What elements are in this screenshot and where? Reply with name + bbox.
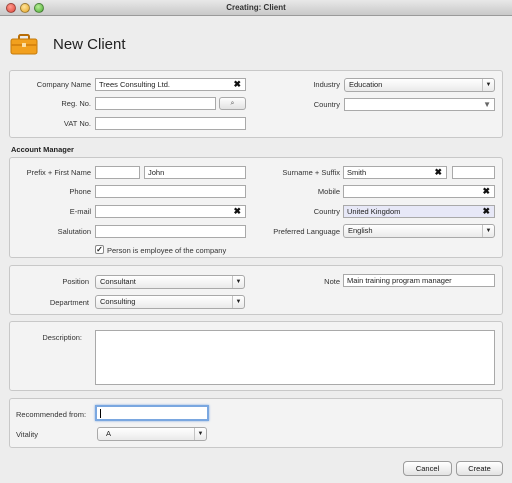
department-label: Department (49, 298, 89, 307)
employee-checkbox-label[interactable]: Person is employee of the company (107, 246, 226, 255)
note-label: Note (324, 277, 340, 286)
company-name-input[interactable]: Trees Consulting Ltd. ✖ (95, 78, 246, 91)
suffix-input[interactable] (452, 166, 495, 179)
clear-icon[interactable]: ✖ (233, 79, 241, 90)
industry-label: Industry (313, 80, 340, 89)
clear-icon[interactable]: ✖ (482, 206, 490, 217)
chevron-down-icon: ▼ (482, 225, 494, 237)
surname-input[interactable]: Smith ✖ (343, 166, 447, 179)
reg-no-label: Reg. No. (61, 99, 91, 108)
clear-icon[interactable]: ✖ (233, 206, 241, 217)
phone-label: Phone (69, 187, 91, 196)
surname-suffix-label: Surname + Suffix (282, 168, 340, 177)
vitality-label: Vitality (16, 430, 38, 439)
industry-select[interactable]: Education ▼ (344, 78, 495, 92)
chevron-down-icon: ▼ (232, 296, 244, 308)
text-cursor (100, 409, 101, 418)
cancel-button[interactable]: Cancel (403, 461, 452, 476)
clear-icon[interactable]: ✖ (434, 167, 442, 178)
preferred-language-label: Preferred Language (273, 227, 340, 236)
company-name-value: Trees Consulting Ltd. (99, 80, 171, 89)
vat-no-label: VAT No. (63, 119, 91, 128)
reg-no-input[interactable] (95, 97, 216, 110)
prefix-input[interactable] (95, 166, 140, 179)
chevron-down-icon: ▼ (194, 428, 206, 440)
position-select[interactable]: Consultant ▼ (95, 275, 245, 289)
position-label: Position (62, 277, 89, 286)
create-button[interactable]: Create (456, 461, 503, 476)
position-panel (9, 265, 503, 315)
vitality-select[interactable]: A ▼ (97, 427, 207, 441)
prefix-first-name-label: Prefix + First Name (26, 168, 91, 177)
lookup-icon: ⌕ (230, 100, 235, 107)
recommended-from-input[interactable] (95, 405, 209, 421)
description-label: Description: (42, 333, 82, 342)
mobile-label: Mobile (317, 187, 340, 196)
recommended-from-label: Recommended from: (16, 410, 87, 419)
note-input[interactable]: Main training program manager (343, 274, 495, 287)
company-country-label: Country (313, 100, 340, 109)
surname-value: Smith (347, 168, 367, 177)
department-value: Consulting (100, 297, 136, 306)
vitality-value: A (106, 429, 112, 438)
mobile-input[interactable]: ✖ (343, 185, 495, 198)
page-title: New Client (53, 36, 126, 53)
manager-country-input[interactable]: United Kingdom ✖ (343, 205, 495, 218)
window-title: Creating: Client (226, 3, 286, 12)
industry-value: Education (349, 80, 383, 89)
phone-input[interactable] (95, 185, 246, 198)
company-country-combo[interactable]: ▼ (344, 98, 495, 111)
briefcase-icon (10, 34, 38, 55)
extra-panel (9, 398, 503, 448)
reg-no-lookup-button[interactable]: ⌕ (219, 97, 246, 110)
manager-country-value: United Kingdom (347, 207, 401, 216)
chevron-down-icon: ▼ (232, 276, 244, 288)
first-name-value: John (148, 168, 165, 177)
description-textarea[interactable] (95, 330, 495, 385)
department-select[interactable]: Consulting ▼ (95, 295, 245, 309)
account-manager-heading: Account Manager (11, 145, 74, 154)
manager-country-label: Country (313, 207, 340, 216)
first-name-input[interactable]: John (144, 166, 246, 179)
preferred-language-select[interactable]: English ▼ (343, 224, 495, 238)
vat-no-input[interactable] (95, 117, 246, 130)
salutation-label: Salutation (57, 227, 91, 236)
company-name-label: Company Name (36, 80, 91, 89)
preferred-language-value: English (348, 226, 373, 235)
clear-icon[interactable]: ✖ (482, 186, 490, 197)
note-value: Main training program manager (347, 276, 452, 285)
email-input[interactable]: ✖ (95, 205, 246, 218)
dropdown-arrow-icon[interactable]: ▼ (483, 99, 491, 110)
chevron-down-icon: ▼ (482, 79, 494, 91)
position-value: Consultant (100, 277, 136, 286)
email-label: E-mail (69, 207, 91, 216)
employee-checkbox[interactable]: ✓ (95, 245, 104, 254)
salutation-input[interactable] (95, 225, 246, 238)
